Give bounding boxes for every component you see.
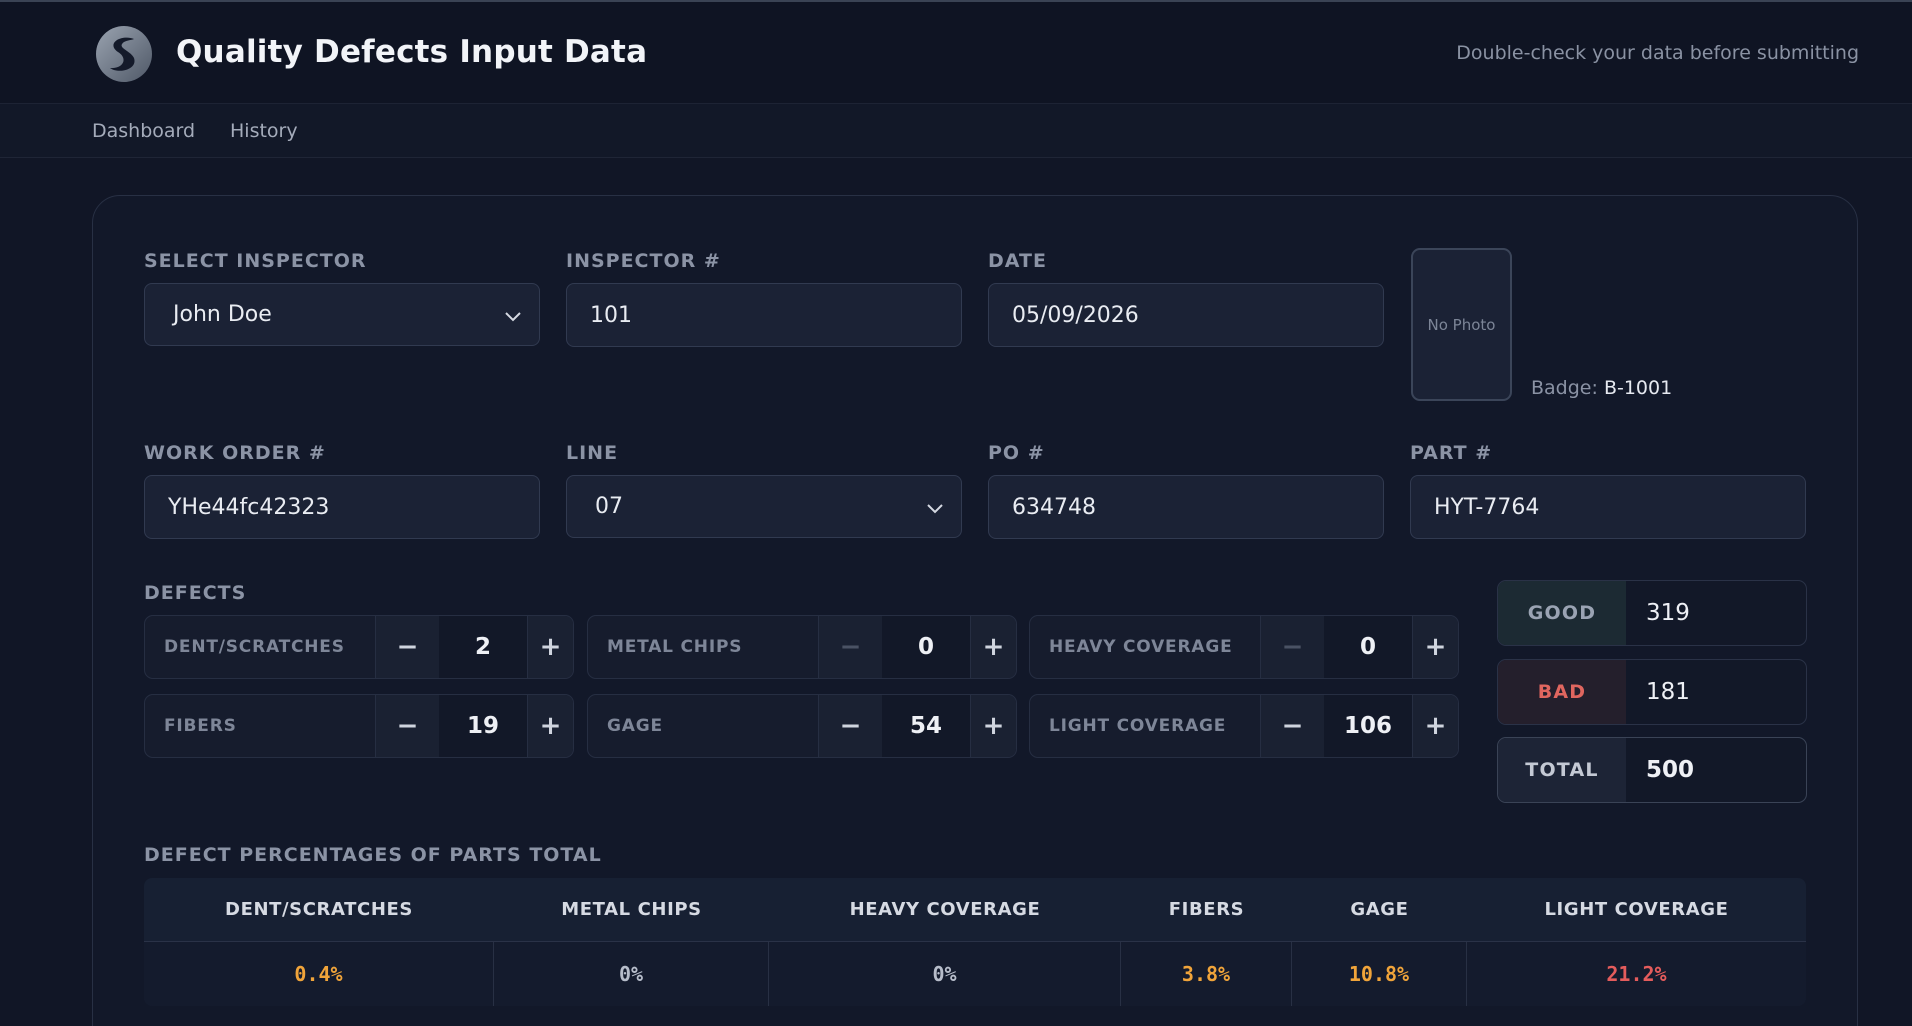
col-fibers: FIBERS bbox=[1121, 878, 1292, 942]
table-header-row: DENT/SCRATCHES METAL CHIPS HEAVY COVERAG… bbox=[144, 878, 1806, 942]
bad-summary: BAD 181 bbox=[1497, 659, 1807, 725]
col-heavy-coverage: HEAVY COVERAGE bbox=[769, 878, 1121, 942]
pct-light-coverage: 21.2% bbox=[1467, 942, 1806, 1006]
defect-count[interactable]: 19 bbox=[439, 695, 527, 757]
defect-name: FIBERS bbox=[164, 716, 237, 736]
po-field[interactable]: 634748 bbox=[988, 475, 1384, 539]
chevron-down-icon bbox=[927, 504, 943, 514]
defect-metal-chips: METAL CHIPS − 0 + bbox=[587, 615, 1017, 679]
increment-button[interactable]: + bbox=[1412, 616, 1458, 678]
increment-button[interactable]: + bbox=[527, 695, 573, 757]
increment-button[interactable]: + bbox=[1412, 695, 1458, 757]
app-title: Quality Defects Input Data bbox=[176, 34, 648, 70]
inspector-select[interactable]: John Doe bbox=[144, 283, 540, 346]
good-summary: GOOD 319 bbox=[1497, 580, 1807, 646]
defect-name: METAL CHIPS bbox=[607, 637, 743, 657]
table-row: 0.4% 0% 0% 3.8% 10.8% 21.2% bbox=[144, 942, 1806, 1006]
work-order-label: WORK ORDER # bbox=[144, 442, 326, 464]
inspector-select-value: John Doe bbox=[173, 302, 272, 327]
app-logo-icon bbox=[96, 26, 152, 82]
inspector-label: SELECT INSPECTOR bbox=[144, 250, 367, 272]
nav-history[interactable]: History bbox=[230, 120, 298, 142]
total-label: TOTAL bbox=[1498, 738, 1626, 802]
inspector-photo: No Photo bbox=[1411, 248, 1512, 401]
defect-count[interactable]: 54 bbox=[882, 695, 970, 757]
defect-heavy-coverage: HEAVY COVERAGE − 0 + bbox=[1029, 615, 1459, 679]
badge-label: Badge: bbox=[1531, 377, 1598, 399]
good-value: 319 bbox=[1646, 600, 1690, 626]
inspector-num-label: INSPECTOR # bbox=[566, 250, 721, 272]
photo-placeholder: No Photo bbox=[1427, 315, 1496, 334]
percentages-label: DEFECT PERCENTAGES OF PARTS TOTAL bbox=[144, 844, 602, 866]
defect-name: LIGHT COVERAGE bbox=[1049, 716, 1227, 736]
col-metal-chips: METAL CHIPS bbox=[494, 878, 769, 942]
work-order-value: YHe44fc42323 bbox=[168, 494, 330, 520]
line-select-value: 07 bbox=[595, 494, 623, 519]
good-label: GOOD bbox=[1498, 581, 1626, 645]
line-select[interactable]: 07 bbox=[566, 475, 962, 538]
decrement-button[interactable]: − bbox=[375, 695, 439, 757]
badge-info: Badge: B-1001 bbox=[1531, 377, 1672, 399]
col-gage: GAGE bbox=[1292, 878, 1467, 942]
inspector-num-field[interactable]: 101 bbox=[566, 283, 962, 347]
part-value: HYT-7764 bbox=[1434, 494, 1540, 520]
increment-button[interactable]: + bbox=[970, 616, 1016, 678]
pct-metal-chips: 0% bbox=[494, 942, 769, 1006]
nav-dashboard[interactable]: Dashboard bbox=[92, 120, 195, 142]
col-light-coverage: LIGHT COVERAGE bbox=[1467, 878, 1806, 942]
decrement-button[interactable]: − bbox=[1260, 616, 1324, 678]
defect-fibers: FIBERS − 19 + bbox=[144, 694, 574, 758]
badge-value: B-1001 bbox=[1603, 377, 1673, 399]
date-value: 05/09/2026 bbox=[1012, 302, 1139, 328]
decrement-button[interactable]: − bbox=[375, 616, 439, 678]
defect-name: DENT/SCRATCHES bbox=[164, 637, 345, 657]
increment-button[interactable]: + bbox=[527, 616, 573, 678]
pct-gage: 10.8% bbox=[1292, 942, 1467, 1006]
part-label: PART # bbox=[1410, 442, 1493, 464]
po-label: PO # bbox=[988, 442, 1045, 464]
defect-count[interactable]: 0 bbox=[1324, 616, 1412, 678]
pct-heavy-coverage: 0% bbox=[769, 942, 1121, 1006]
defect-count[interactable]: 2 bbox=[439, 616, 527, 678]
main-nav: Dashboard History bbox=[0, 104, 1912, 158]
defect-name: GAGE bbox=[607, 716, 663, 736]
pct-dent-scratches: 0.4% bbox=[144, 942, 494, 1006]
app-header: Quality Defects Input Data Double-check … bbox=[0, 2, 1912, 104]
line-label: LINE bbox=[566, 442, 619, 464]
percentages-table: DENT/SCRATCHES METAL CHIPS HEAVY COVERAG… bbox=[144, 878, 1806, 1006]
decrement-button[interactable]: − bbox=[818, 616, 882, 678]
po-value: 634748 bbox=[1012, 494, 1096, 520]
defect-dent-scratches: DENT/SCRATCHES − 2 + bbox=[144, 615, 574, 679]
inspector-num-value: 101 bbox=[590, 302, 632, 328]
decrement-button[interactable]: − bbox=[1260, 695, 1324, 757]
defect-gage: GAGE − 54 + bbox=[587, 694, 1017, 758]
increment-button[interactable]: + bbox=[970, 695, 1016, 757]
total-value: 500 bbox=[1646, 757, 1695, 783]
pct-fibers: 3.8% bbox=[1121, 942, 1292, 1006]
work-order-field[interactable]: YHe44fc42323 bbox=[144, 475, 540, 539]
part-field[interactable]: HYT-7764 bbox=[1410, 475, 1806, 539]
date-label: DATE bbox=[988, 250, 1047, 272]
total-summary: TOTAL 500 bbox=[1497, 737, 1807, 803]
defects-label: DEFECTS bbox=[144, 582, 247, 604]
defect-name: HEAVY COVERAGE bbox=[1049, 637, 1233, 657]
bad-value: 181 bbox=[1646, 679, 1690, 705]
col-dent-scratches: DENT/SCRATCHES bbox=[144, 878, 494, 942]
defect-light-coverage: LIGHT COVERAGE − 106 + bbox=[1029, 694, 1459, 758]
bad-label: BAD bbox=[1498, 660, 1626, 724]
defect-count[interactable]: 0 bbox=[882, 616, 970, 678]
chevron-down-icon bbox=[505, 312, 521, 322]
submit-hint: Double-check your data before submitting bbox=[1456, 42, 1859, 64]
defect-count[interactable]: 106 bbox=[1324, 695, 1412, 757]
decrement-button[interactable]: − bbox=[818, 695, 882, 757]
date-field[interactable]: 05/09/2026 bbox=[988, 283, 1384, 347]
